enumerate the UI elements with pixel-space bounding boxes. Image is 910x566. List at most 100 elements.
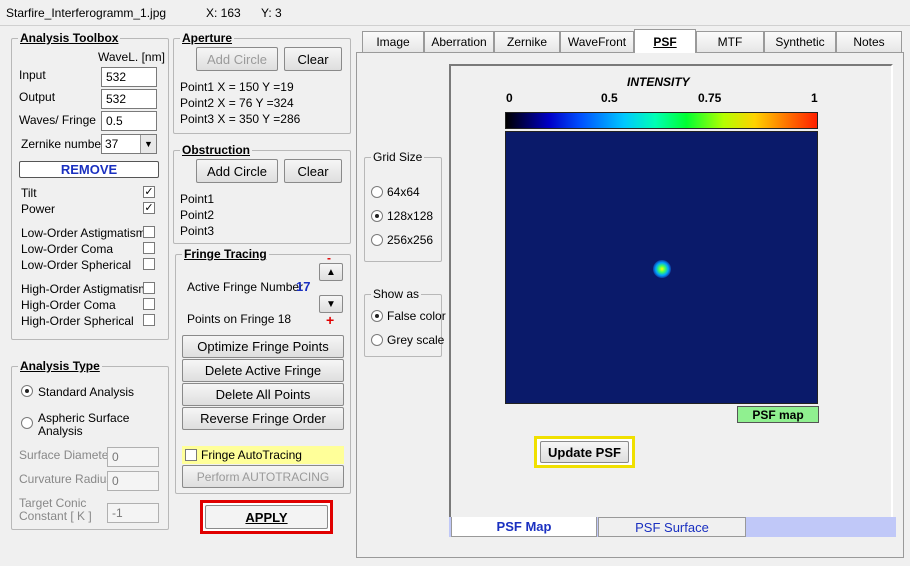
- update-psf-button[interactable]: Update PSF: [540, 441, 629, 463]
- obstruction-group: Obstruction Add Circle Clear Point1 Poin…: [173, 143, 351, 244]
- tab-wavefront[interactable]: WaveFront: [560, 31, 634, 52]
- apply-button[interactable]: APPLY: [205, 505, 328, 529]
- analysis-type-title: Analysis Type: [18, 359, 102, 373]
- grid-256-radio[interactable]: [371, 234, 383, 246]
- obstruction-add-circle-button[interactable]: Add Circle: [196, 159, 278, 183]
- term-high-astig-label: High-Order Astigmatism: [21, 282, 149, 296]
- fringe-up-button[interactable]: ▲: [319, 263, 343, 281]
- obstruction-point1: Point1: [180, 192, 215, 206]
- tab-mtf[interactable]: MTF: [696, 31, 764, 52]
- grey-scale-radio[interactable]: [371, 334, 383, 346]
- reverse-fringe-order-button[interactable]: Reverse Fringe Order: [182, 407, 344, 430]
- aperture-add-circle-button[interactable]: Add Circle: [196, 47, 278, 71]
- aperture-point3: Point3 X = 350 Y =286: [180, 112, 301, 126]
- aperture-point2: Point2 X = 76 Y =324: [180, 96, 294, 110]
- points-on-fringe-label: Points on Fringe 18: [187, 312, 292, 326]
- window-title: Starfire_Interferogramm_1.jpg: [6, 6, 167, 20]
- target-conic-field[interactable]: [107, 503, 159, 523]
- show-as-title: Show as: [371, 287, 422, 301]
- tab-psf[interactable]: PSF: [634, 29, 696, 53]
- arrow-down-icon: ▼: [326, 298, 336, 310]
- optimize-fringe-points-button[interactable]: Optimize Fringe Points: [182, 335, 344, 358]
- apply-frame: APPLY: [200, 500, 333, 534]
- waves-per-fringe-field[interactable]: [101, 111, 157, 131]
- term-high-astig-checkbox[interactable]: [143, 282, 155, 294]
- term-high-spherical-label: High-Order Spherical: [21, 314, 134, 328]
- term-low-spherical-checkbox[interactable]: [143, 258, 155, 270]
- grid-64-label: 64x64: [387, 185, 420, 199]
- input-label: Input: [19, 68, 46, 82]
- grid-64-radio[interactable]: [371, 186, 383, 198]
- term-tilt-checkbox[interactable]: ✓: [143, 186, 155, 198]
- aspheric-analysis-label-1: Aspheric Surface: [38, 411, 130, 425]
- grid-128-radio[interactable]: [371, 210, 383, 222]
- analysis-type-group: Analysis Type Standard Analysis Aspheric…: [11, 359, 169, 530]
- zernike-number-select[interactable]: 37 ▼: [101, 134, 157, 154]
- output-label: Output: [19, 90, 56, 104]
- analysis-toolbox-title: Analysis Toolbox: [18, 31, 121, 45]
- aspheric-analysis-radio[interactable]: [21, 417, 33, 429]
- zernike-number-value: 37: [105, 137, 119, 151]
- fringe-autotracing-row[interactable]: Fringe AutoTracing: [182, 446, 344, 464]
- term-low-astig-checkbox[interactable]: [143, 226, 155, 238]
- fringe-autotracing-checkbox[interactable]: [185, 449, 197, 461]
- perform-autotracing-button[interactable]: Perform AUTOTRACING: [182, 465, 344, 488]
- aperture-clear-button[interactable]: Clear: [284, 47, 342, 71]
- psf-surface-tab[interactable]: PSF Surface: [598, 517, 746, 537]
- term-power-checkbox[interactable]: ✓: [143, 202, 155, 214]
- grid-128-label: 128x128: [387, 209, 434, 223]
- remove-button[interactable]: REMOVE: [19, 161, 159, 178]
- tab-aberration[interactable]: Aberration: [424, 31, 494, 52]
- wavelength-header: WaveL. [nm]: [98, 50, 165, 64]
- obstruction-title: Obstruction: [180, 143, 252, 157]
- fringe-autotracing-label: Fringe AutoTracing: [201, 448, 302, 462]
- tab-notes[interactable]: Notes: [836, 31, 902, 52]
- term-tilt-label: Tilt: [21, 186, 37, 200]
- title-bar: Starfire_Interferogramm_1.jpg X: 163 Y: …: [0, 0, 910, 26]
- term-high-coma-checkbox[interactable]: [143, 298, 155, 310]
- analysis-toolbox-group: Analysis Toolbox WaveL. [nm] Input Outpu…: [11, 31, 169, 340]
- delete-active-fringe-button[interactable]: Delete Active Fringe: [182, 359, 344, 382]
- false-color-label: False color: [387, 309, 446, 323]
- tab-zernike[interactable]: Zernike: [494, 31, 560, 52]
- term-low-coma-label: Low-Order Coma: [21, 242, 114, 256]
- output-wavelength-field[interactable]: [101, 89, 157, 109]
- curvature-radius-label: Curvature Radius: [19, 472, 113, 486]
- tab-image[interactable]: Image: [362, 31, 424, 52]
- fringe-down-button[interactable]: ▼: [319, 295, 343, 313]
- scale-label-1: 1: [811, 91, 818, 105]
- false-color-radio[interactable]: [371, 310, 383, 322]
- scale-label-0-5: 0.5: [601, 91, 618, 105]
- psf-map-image: [505, 131, 818, 404]
- intensity-colorbar: [505, 112, 818, 129]
- surface-diameter-label: Surface Diameter: [19, 448, 113, 462]
- intensity-title: INTENSITY: [627, 75, 690, 89]
- arrow-up-icon: ▲: [326, 266, 336, 278]
- aperture-point1: Point1 X = 150 Y =19: [180, 80, 294, 94]
- tab-synthetic[interactable]: Synthetic: [764, 31, 836, 52]
- surface-diameter-field[interactable]: [107, 447, 159, 467]
- obstruction-point2: Point2: [180, 208, 215, 222]
- obstruction-point3: Point3: [180, 224, 215, 238]
- grid-size-group: Grid Size 64x64 128x128 256x256: [364, 150, 442, 262]
- term-high-spherical-checkbox[interactable]: [143, 314, 155, 326]
- standard-analysis-radio[interactable]: [21, 385, 33, 397]
- target-conic-label-1: Target Conic: [19, 496, 87, 510]
- grey-scale-label: Grey scale: [387, 333, 445, 347]
- curvature-radius-field[interactable]: [107, 471, 159, 491]
- input-wavelength-field[interactable]: [101, 67, 157, 87]
- chevron-down-icon[interactable]: ▼: [140, 135, 156, 153]
- show-as-group: Show as False color Grey scale: [364, 287, 446, 357]
- aperture-title: Aperture: [180, 31, 235, 45]
- fringe-tracing-title: Fringe Tracing: [182, 247, 269, 261]
- term-high-coma-label: High-Order Coma: [21, 298, 116, 312]
- cursor-y-readout: Y: 3: [261, 6, 282, 20]
- fringe-tracing-group: Fringe Tracing Active Fringe Number 17 -…: [175, 247, 351, 494]
- zernike-number-label: Zernike number: [21, 137, 106, 151]
- term-low-spherical-label: Low-Order Spherical: [21, 258, 132, 272]
- plus-indicator: +: [326, 312, 335, 328]
- psf-map-tab[interactable]: PSF Map: [451, 517, 597, 537]
- term-low-coma-checkbox[interactable]: [143, 242, 155, 254]
- delete-all-points-button[interactable]: Delete All Points: [182, 383, 344, 406]
- obstruction-clear-button[interactable]: Clear: [284, 159, 342, 183]
